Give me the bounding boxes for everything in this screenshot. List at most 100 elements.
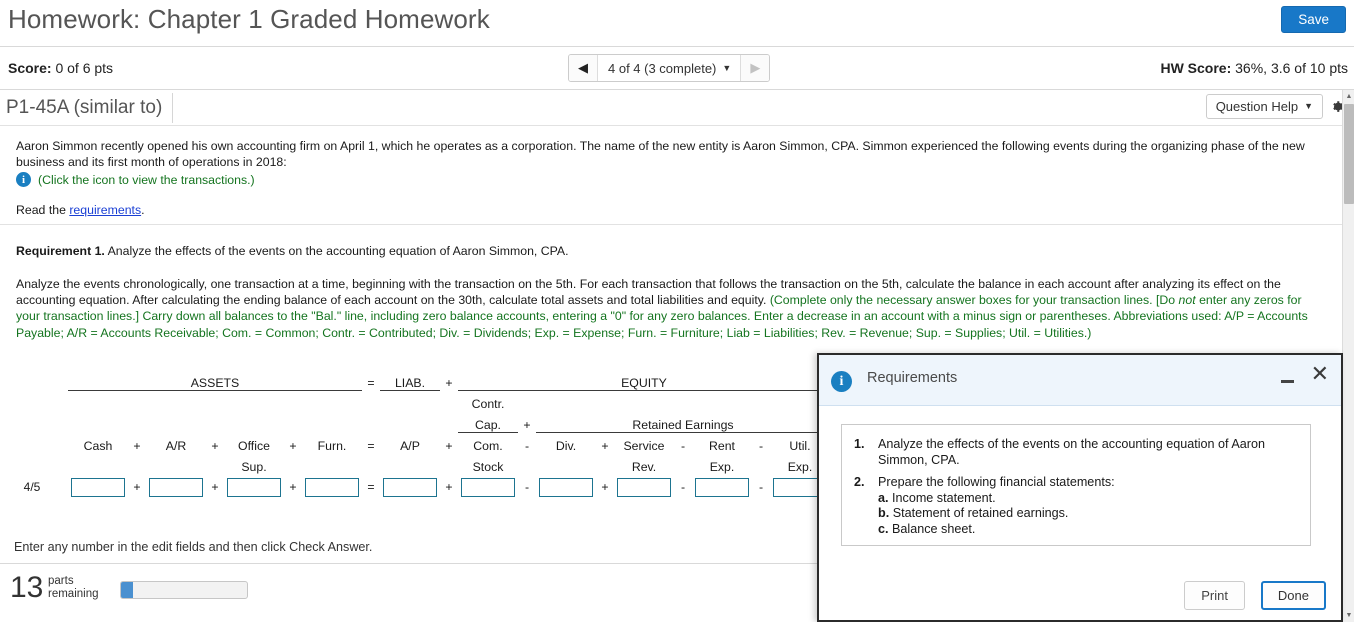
problem-paragraph: Aaron Simmon recently opened his own acc… bbox=[16, 139, 1305, 169]
requirements-link[interactable]: requirements bbox=[69, 203, 141, 217]
spacer-op bbox=[440, 453, 458, 474]
group-assets: ASSETS bbox=[68, 369, 362, 391]
spacer-assets bbox=[68, 411, 362, 432]
question-help-label: Question Help bbox=[1215, 99, 1299, 114]
list-item: 2. Prepare the following financial state… bbox=[852, 475, 1300, 537]
contr-row-1: Contr. bbox=[14, 390, 830, 411]
spacer-op bbox=[206, 453, 224, 474]
score-text: Score: 0 of 6 pts bbox=[8, 60, 113, 76]
col-sub-rent-exp: Exp. bbox=[709, 460, 735, 474]
col-head-furn: Furn. bbox=[317, 439, 347, 453]
sub-item-letter: c. bbox=[878, 521, 889, 536]
row-op-7: - bbox=[680, 480, 686, 494]
hw-score-text: HW Score: 36%, 3.6 of 10 pts bbox=[1160, 60, 1348, 76]
question-help-button[interactable]: Question Help ▼ bbox=[1205, 94, 1323, 119]
info-icon[interactable]: i bbox=[16, 172, 31, 187]
requirements-sublist: a. Income statement. b. Statement of ret… bbox=[878, 491, 1300, 538]
op-equals-group: = bbox=[367, 376, 375, 390]
requirement-instructions: Analyze the events chronologically, one … bbox=[16, 276, 1316, 341]
spacer-op bbox=[50, 411, 68, 432]
requirements-list: 1. Analyze the effects of the events on … bbox=[852, 437, 1300, 537]
list-item-text: Analyze the effects of the events on the… bbox=[878, 437, 1265, 467]
input-rent-exp[interactable] bbox=[695, 477, 749, 497]
page-scrollbar[interactable]: ▲ ▼ bbox=[1342, 90, 1354, 622]
print-button[interactable]: Print bbox=[1184, 581, 1245, 610]
group-liab: LIAB. bbox=[380, 369, 440, 391]
spacer-op bbox=[518, 390, 536, 411]
input-ar[interactable] bbox=[149, 477, 203, 497]
row-date-label: 4/5 bbox=[23, 480, 41, 494]
minimize-icon[interactable] bbox=[1279, 369, 1295, 387]
question-nav: ◀ 4 of 4 (3 complete) ▼ ▶ bbox=[568, 54, 771, 82]
col-sub-com-stock: Stock bbox=[472, 460, 504, 474]
parts-remaining-label: parts remaining bbox=[48, 575, 108, 601]
list-item: 1. Analyze the effects of the events on … bbox=[852, 437, 1300, 468]
scroll-up-icon[interactable]: ▲ bbox=[1343, 90, 1354, 103]
list-item: a. Income statement. bbox=[878, 491, 1300, 507]
instructions-emphasis-not: not bbox=[1178, 293, 1196, 308]
read-requirements-line: Read the requirements. bbox=[16, 203, 145, 217]
parts-remaining-label-line1: parts bbox=[48, 575, 74, 587]
input-div[interactable] bbox=[539, 477, 593, 497]
question-selector[interactable]: 4 of 4 (3 complete) ▼ bbox=[598, 55, 741, 81]
spacer-op bbox=[50, 369, 68, 390]
op-0: + bbox=[133, 439, 141, 453]
problem-statement-panel: Aaron Simmon recently opened his own acc… bbox=[0, 126, 1342, 225]
spacer-op bbox=[284, 453, 302, 474]
col-head-com-stock: Com. bbox=[473, 439, 503, 453]
spacer-op bbox=[362, 390, 380, 411]
input-service-rev[interactable] bbox=[617, 477, 671, 497]
row-op-2: + bbox=[289, 480, 297, 494]
cell-div bbox=[536, 474, 596, 500]
dialog-header: i Requirements ✕ bbox=[819, 355, 1341, 406]
col-sub-ar bbox=[146, 453, 206, 474]
spacer-assets bbox=[68, 390, 362, 411]
read-suffix: . bbox=[141, 203, 145, 217]
spacer-op bbox=[674, 453, 692, 474]
list-item-number: 1. bbox=[854, 437, 865, 451]
score-bar: Score: 0 of 6 pts ◀ 4 of 4 (3 complete) … bbox=[0, 47, 1354, 90]
input-furn[interactable] bbox=[305, 477, 359, 497]
group-header-row: ASSETS = LIAB. + EQUITY bbox=[14, 369, 830, 391]
instructions-green-part-1: (Complete only the necessary answer boxe… bbox=[769, 293, 1179, 308]
dialog-footer: Print Done bbox=[819, 573, 1341, 620]
cell-cash bbox=[68, 474, 128, 500]
requirement-label: Requirement 1. bbox=[16, 244, 105, 258]
close-icon[interactable]: ✕ bbox=[1311, 363, 1329, 385]
next-question-button[interactable]: ▶ bbox=[740, 55, 770, 81]
spacer-op bbox=[518, 453, 536, 474]
dialog-title: Requirements bbox=[867, 370, 958, 386]
column-header-row-top: Cash + A/R + Office + Furn. = A/P + Com.… bbox=[14, 432, 830, 453]
row-op-6: + bbox=[601, 480, 609, 494]
question-selector-label: 4 of 4 (3 complete) bbox=[608, 60, 717, 76]
save-button[interactable]: Save bbox=[1281, 6, 1346, 33]
done-button[interactable]: Done bbox=[1260, 581, 1326, 610]
chevron-down-icon: ▼ bbox=[1304, 101, 1313, 111]
hw-score-value: 36%, 3.6 of 10 pts bbox=[1235, 60, 1348, 76]
list-item: b. Statement of retained earnings. bbox=[878, 506, 1300, 522]
previous-question-button[interactable]: ◀ bbox=[569, 55, 598, 81]
cell-furn bbox=[302, 474, 362, 500]
col-head-div: Div. bbox=[555, 439, 577, 453]
page-title: Homework: Chapter 1 Graded Homework bbox=[8, 4, 490, 34]
parts-remaining-label-line2: remaining bbox=[48, 588, 99, 600]
accounting-equation-table: ASSETS = LIAB. + EQUITY Contr. Cap. + Re… bbox=[14, 369, 830, 500]
score-value: 0 of 6 pts bbox=[55, 60, 114, 76]
progress-bar bbox=[120, 581, 248, 599]
spacer-re bbox=[536, 390, 830, 411]
retained-earnings-header: Retained Earnings bbox=[536, 411, 830, 433]
input-cash[interactable] bbox=[71, 477, 125, 497]
input-office-sup[interactable] bbox=[227, 477, 281, 497]
parts-remaining-count: 13 bbox=[10, 571, 44, 604]
requirement-title-text: Analyze the effects of the events on the… bbox=[104, 244, 569, 258]
requirements-panel: 1. Analyze the effects of the events on … bbox=[841, 424, 1311, 546]
col-head-ar: A/R bbox=[165, 439, 187, 453]
cell-ar bbox=[146, 474, 206, 500]
input-com-stock[interactable] bbox=[461, 477, 515, 497]
input-ap[interactable] bbox=[383, 477, 437, 497]
contr-row-2: Cap. + Retained Earnings bbox=[14, 411, 830, 433]
scrollbar-thumb[interactable] bbox=[1344, 104, 1354, 204]
scroll-down-icon[interactable]: ▼ bbox=[1343, 609, 1354, 622]
cell-ap bbox=[380, 474, 440, 500]
row-op-5: - bbox=[524, 480, 530, 494]
